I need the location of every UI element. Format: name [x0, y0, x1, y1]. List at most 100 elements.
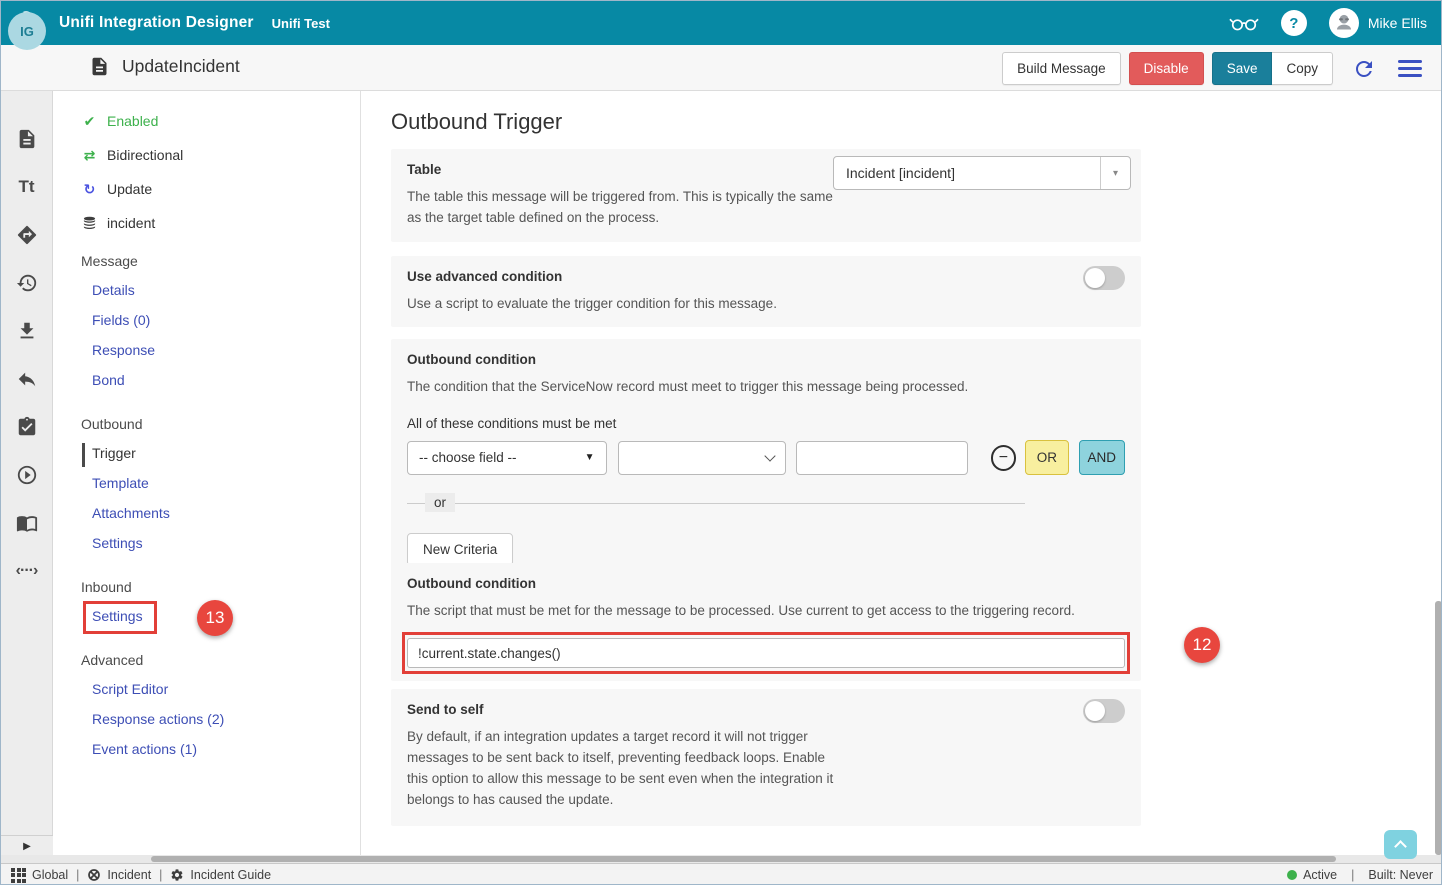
nav-status-enabled: ✔ Enabled [81, 111, 360, 131]
main-content: Outbound Trigger Table The table this me… [361, 91, 1442, 856]
glasses-icon[interactable] [1229, 12, 1259, 34]
tasks-icon[interactable] [9, 409, 45, 445]
send-to-self-card: Send to self By default, if an integrati… [391, 689, 1141, 826]
history-icon[interactable] [9, 265, 45, 301]
copy-button[interactable]: Copy [1272, 52, 1333, 85]
caret-down-icon: ▼ [585, 452, 595, 463]
nav-item-response-actions[interactable]: Response actions (2) [92, 711, 224, 731]
icon-rail: Tt ‹···› [1, 91, 53, 856]
table-description: The table this message will be triggered… [407, 186, 847, 228]
process-icon [87, 868, 101, 882]
disable-button[interactable]: Disable [1129, 52, 1204, 85]
separator: | [159, 868, 162, 882]
separator: | [76, 868, 79, 882]
condition-field-select[interactable]: -- choose field -- ▼ [407, 441, 607, 475]
send-to-self-description: By default, if an integration updates a … [407, 726, 847, 810]
build-message-button[interactable]: Build Message [1002, 52, 1121, 85]
menu-icon[interactable] [1395, 54, 1425, 84]
outbound-condition-script-description: The script that must be met for the mess… [407, 600, 1125, 621]
environment-label[interactable]: Unifi Test [272, 16, 330, 31]
horizontal-scrollbar[interactable] [1, 855, 1442, 863]
or-divider-label: or [425, 493, 455, 512]
user-menu[interactable]: Mike Ellis [1329, 8, 1427, 38]
outbound-condition-script-input[interactable] [407, 638, 1125, 668]
app-title: Unifi Integration Designer [59, 14, 254, 32]
directions-icon[interactable] [9, 217, 45, 253]
statusbar-scope[interactable]: Global [11, 868, 68, 883]
nav-item-inbound-settings[interactable]: Settings 13 [92, 608, 143, 628]
outbound-condition-description: The condition that the ServiceNow record… [407, 376, 1125, 397]
nav-status-bidirectional: ⇄ Bidirectional [81, 145, 360, 165]
nav-item-details[interactable]: Details [92, 282, 135, 302]
nav-item-trigger[interactable]: Trigger [92, 445, 136, 465]
chevron-down-icon: ▾ [1100, 157, 1130, 189]
advanced-condition-card: Use advanced condition Use a script to e… [391, 256, 1141, 327]
nav-item-script-editor[interactable]: Script Editor [92, 681, 168, 701]
annotation-badge-13: 13 [197, 600, 233, 636]
section-title: Outbound Trigger [391, 109, 562, 135]
advanced-condition-toggle[interactable] [1083, 266, 1125, 290]
condition-match-label: All of these conditions must be met [407, 416, 1125, 431]
text-format-icon[interactable]: Tt [9, 169, 45, 205]
nav-item-template[interactable]: Template [92, 475, 149, 495]
nav-item-fields[interactable]: Fields (0) [92, 312, 150, 332]
statusbar-process[interactable]: Incident [87, 868, 151, 882]
outbound-condition-script-card: Outbound condition The script that must … [391, 563, 1141, 681]
and-button[interactable]: AND [1079, 440, 1125, 475]
play-circle-icon[interactable] [9, 457, 45, 493]
vertical-scrollbar-thumb[interactable] [1435, 601, 1442, 855]
documentation-icon[interactable] [9, 505, 45, 541]
nav-section-outbound: Outbound [81, 416, 360, 436]
status-bar: Global | Incident | Incident Guide Activ… [1, 863, 1442, 885]
update-refresh-icon: ↻ [81, 181, 98, 198]
table-select-value: Incident [incident] [834, 157, 1100, 189]
user-name: Mike Ellis [1368, 15, 1427, 31]
separator: | [1351, 868, 1354, 882]
rail-expand-button[interactable]: ▶ [1, 835, 53, 856]
condition-row: -- choose field -- ▼ − OR AND [407, 440, 1125, 475]
nav-status-table: incident [81, 213, 360, 233]
integration-avatar: IG [8, 12, 46, 50]
gear-icon [170, 868, 184, 882]
nav-item-event-actions[interactable]: Event actions (1) [92, 741, 197, 761]
horizontal-scrollbar-thumb[interactable] [151, 856, 1336, 862]
nav-section-message: Message [81, 253, 360, 273]
send-to-self-label: Send to self [407, 702, 1125, 717]
reply-icon[interactable] [9, 361, 45, 397]
message-nav: ✔ Enabled ⇄ Bidirectional ↻ Update incid… [53, 91, 361, 856]
nav-section-inbound: Inbound [81, 579, 360, 599]
nav-item-bond[interactable]: Bond [92, 372, 125, 392]
download-icon[interactable] [9, 313, 45, 349]
code-icon[interactable]: ‹···› [9, 553, 45, 589]
help-icon[interactable]: ? [1281, 10, 1307, 36]
scroll-to-top-button[interactable] [1384, 830, 1417, 859]
outbound-condition-script-label: Outbound condition [407, 576, 1125, 591]
annotation-badge-12: 12 [1184, 627, 1220, 663]
nav-item-outbound-settings[interactable]: Settings [92, 535, 143, 555]
statusbar-guide[interactable]: Incident Guide [170, 868, 271, 882]
database-icon [81, 215, 98, 231]
bidirectional-icon: ⇄ [81, 147, 98, 164]
table-card: Table The table this message will be tri… [391, 149, 1141, 242]
nav-status-update: ↻ Update [81, 179, 360, 199]
outbound-condition-builder-card: Outbound condition The condition that th… [391, 339, 1141, 579]
built-status-label: Built: Never [1368, 868, 1433, 882]
script-input-wrap [407, 638, 1125, 668]
remove-condition-icon[interactable]: − [991, 445, 1017, 471]
new-criteria-button[interactable]: New Criteria [407, 533, 513, 566]
messages-icon[interactable] [9, 121, 45, 157]
refresh-icon[interactable] [1349, 54, 1379, 84]
condition-value-input[interactable] [796, 441, 968, 475]
send-to-self-toggle[interactable] [1083, 699, 1125, 723]
save-button[interactable]: Save [1212, 52, 1273, 85]
app-window: Unifi Integration Designer Unifi Test ? … [0, 0, 1442, 885]
chevron-up-icon [1394, 840, 1407, 853]
advanced-condition-description: Use a script to evaluate the trigger con… [407, 293, 1125, 314]
or-button[interactable]: OR [1025, 440, 1068, 475]
nav-item-attachments[interactable]: Attachments [92, 505, 170, 525]
condition-operator-select[interactable] [618, 441, 786, 475]
message-doc-icon [89, 56, 110, 77]
table-select[interactable]: Incident [incident] ▾ [833, 156, 1131, 190]
nav-item-response[interactable]: Response [92, 342, 155, 362]
top-app-bar: Unifi Integration Designer Unifi Test ? … [1, 1, 1442, 45]
